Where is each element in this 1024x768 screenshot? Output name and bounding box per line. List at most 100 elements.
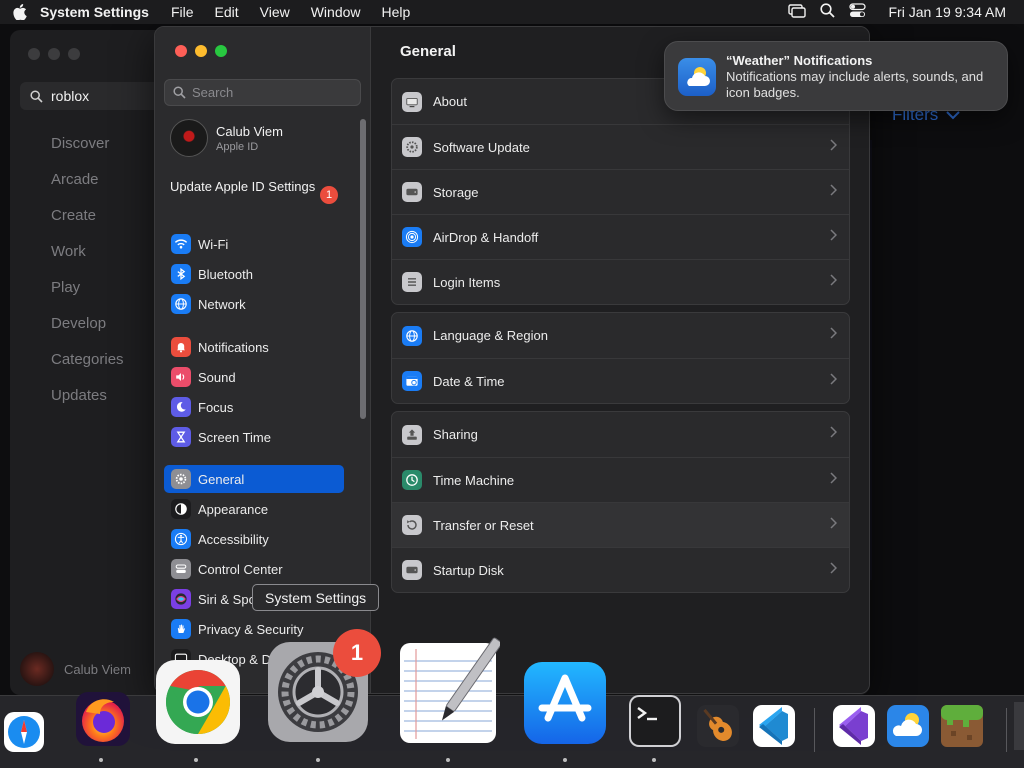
transfer-reset-icon bbox=[402, 515, 422, 535]
settings-search-input[interactable] bbox=[192, 85, 352, 100]
dock-app-garageband[interactable] bbox=[694, 702, 742, 750]
sidebar-item-label: Sound bbox=[198, 369, 236, 385]
menubar-clock[interactable]: Fri Jan 19 9:34 AM bbox=[888, 4, 1006, 20]
app-store-nav-updates[interactable]: Updates bbox=[51, 386, 124, 422]
sidebar-item-label: Notifications bbox=[198, 339, 269, 355]
chevron-right-icon bbox=[829, 229, 838, 244]
sidebar-item-sound[interactable]: Sound bbox=[164, 363, 344, 391]
settings-row-transfer-or-reset[interactable]: Transfer or Reset bbox=[392, 502, 849, 547]
zoom-button[interactable] bbox=[68, 48, 80, 60]
update-apple-id-settings[interactable]: Update Apple ID Settings bbox=[170, 179, 342, 195]
about-icon bbox=[402, 91, 422, 112]
sidebar-item-appearance[interactable]: Appearance bbox=[164, 495, 344, 523]
sidebar-item-label: Appearance bbox=[198, 501, 269, 517]
close-button[interactable] bbox=[28, 48, 40, 60]
weather-notification[interactable]: “Weather” Notifications Notifications ma… bbox=[664, 41, 1008, 111]
sidebar-item-bluetooth[interactable]: Bluetooth bbox=[164, 260, 344, 288]
wifi-icon bbox=[171, 234, 191, 254]
sharing-icon bbox=[402, 424, 422, 445]
app-store-nav-create[interactable]: Create bbox=[51, 206, 124, 242]
sidebar-item-wi-fi[interactable]: Wi-Fi bbox=[164, 230, 344, 258]
chevron-right-icon bbox=[829, 274, 838, 289]
control-center-menu-icon[interactable] bbox=[849, 3, 867, 21]
app-store-nav-develop[interactable]: Develop bbox=[51, 314, 124, 350]
settings-row-storage[interactable]: Storage bbox=[392, 169, 849, 214]
screen-mirroring-icon[interactable] bbox=[788, 3, 807, 21]
dock-app-visual-studio[interactable] bbox=[830, 702, 878, 750]
menu-help[interactable]: Help bbox=[382, 4, 411, 20]
spotlight-search-icon[interactable] bbox=[820, 3, 836, 21]
dock-app-app-store[interactable] bbox=[520, 658, 610, 748]
search-icon bbox=[30, 89, 43, 103]
settings-search-field[interactable] bbox=[164, 79, 361, 106]
window-controls bbox=[175, 45, 227, 57]
sidebar-scrollbar[interactable] bbox=[360, 119, 366, 419]
apple-id-account[interactable]: Calub Viem Apple ID bbox=[170, 119, 283, 157]
menu-window[interactable]: Window bbox=[311, 4, 361, 20]
menu-view[interactable]: View bbox=[260, 4, 290, 20]
dock-app-terminal[interactable] bbox=[626, 692, 684, 750]
zoom-button[interactable] bbox=[215, 45, 227, 57]
minimize-button[interactable] bbox=[48, 48, 60, 60]
app-store-icon bbox=[524, 662, 606, 744]
dock-tooltip: System Settings bbox=[252, 584, 380, 611]
minecraft-icon bbox=[941, 705, 983, 747]
dock-app-safari[interactable] bbox=[0, 704, 58, 760]
sidebar-item-label: Control Center bbox=[198, 561, 283, 577]
dock-app-minecraft[interactable] bbox=[938, 702, 986, 750]
settings-row-time-machine[interactable]: Time Machine bbox=[392, 457, 849, 502]
notification-title: “Weather” Notifications bbox=[726, 53, 873, 68]
settings-row-sharing[interactable]: Sharing bbox=[392, 412, 849, 457]
sidebar-item-control-center[interactable]: Control Center bbox=[164, 555, 344, 583]
chevron-right-icon bbox=[829, 562, 838, 577]
moon-icon bbox=[171, 397, 191, 417]
chevron-right-icon bbox=[829, 426, 838, 441]
dock-running-indicator bbox=[316, 758, 320, 762]
sidebar-item-label: General bbox=[198, 471, 245, 487]
dock-running-indicator bbox=[563, 758, 567, 762]
sidebar-item-screen-time[interactable]: Screen Time bbox=[164, 423, 344, 451]
dock-trash-edge[interactable] bbox=[1014, 702, 1024, 750]
settings-row-software-update[interactable]: Software Update bbox=[392, 124, 849, 169]
settings-row-label: Sharing bbox=[433, 427, 478, 442]
sidebar-item-general[interactable]: General bbox=[164, 465, 344, 493]
sidebar-item-accessibility[interactable]: Accessibility bbox=[164, 525, 344, 553]
settings-row-startup-disk[interactable]: Startup Disk bbox=[392, 547, 849, 592]
software-update-icon bbox=[402, 137, 422, 157]
settings-row-date-time[interactable]: Date & Time bbox=[392, 358, 849, 403]
app-store-nav-categories[interactable]: Categories bbox=[51, 350, 124, 386]
dock-app-weather[interactable] bbox=[884, 702, 932, 750]
chevron-right-icon bbox=[829, 184, 838, 199]
apple-id-name: Calub Viem bbox=[216, 123, 283, 139]
settings-group: About Software Update Storage AirDrop & Han… bbox=[391, 78, 850, 305]
sidebar-item-network[interactable]: Network bbox=[164, 290, 344, 318]
notification-body: Notifications may include alerts, sounds… bbox=[726, 69, 984, 100]
menu-app-name[interactable]: System Settings bbox=[40, 4, 149, 20]
menu-file[interactable]: File bbox=[171, 4, 194, 20]
chevron-right-icon bbox=[829, 139, 838, 154]
app-store-nav-play[interactable]: Play bbox=[51, 278, 124, 314]
app-store-search-field[interactable]: roblox bbox=[20, 82, 170, 110]
chevron-right-icon bbox=[829, 373, 838, 388]
app-store-nav-work[interactable]: Work bbox=[51, 242, 124, 278]
apple-menu-icon[interactable] bbox=[0, 4, 40, 20]
app-store-nav-discover[interactable]: Discover bbox=[51, 134, 124, 170]
close-button[interactable] bbox=[175, 45, 187, 57]
sidebar-item-focus[interactable]: Focus bbox=[164, 393, 344, 421]
dock-app-firefox[interactable] bbox=[72, 684, 134, 754]
hand-icon bbox=[171, 619, 191, 639]
app-store-nav-arcade[interactable]: Arcade bbox=[51, 170, 124, 206]
menu-edit[interactable]: Edit bbox=[215, 4, 239, 20]
dock-app-vscode[interactable] bbox=[750, 702, 798, 750]
settings-row-label: Language & Region bbox=[433, 328, 548, 343]
weather-icon bbox=[887, 705, 929, 747]
settings-row-login-items[interactable]: Login Items bbox=[392, 259, 849, 304]
settings-row-language-region[interactable]: Language & Region bbox=[392, 313, 849, 358]
app-store-account[interactable]: Calub Viem bbox=[20, 652, 131, 686]
dock-app-chrome[interactable] bbox=[152, 656, 244, 748]
sidebar-item-notifications[interactable]: Notifications bbox=[164, 333, 344, 361]
vscode-icon bbox=[753, 705, 795, 747]
dock-app-textedit[interactable] bbox=[394, 634, 502, 748]
settings-row-airdrop-handoff[interactable]: AirDrop & Handoff bbox=[392, 214, 849, 259]
minimize-button[interactable] bbox=[195, 45, 207, 57]
